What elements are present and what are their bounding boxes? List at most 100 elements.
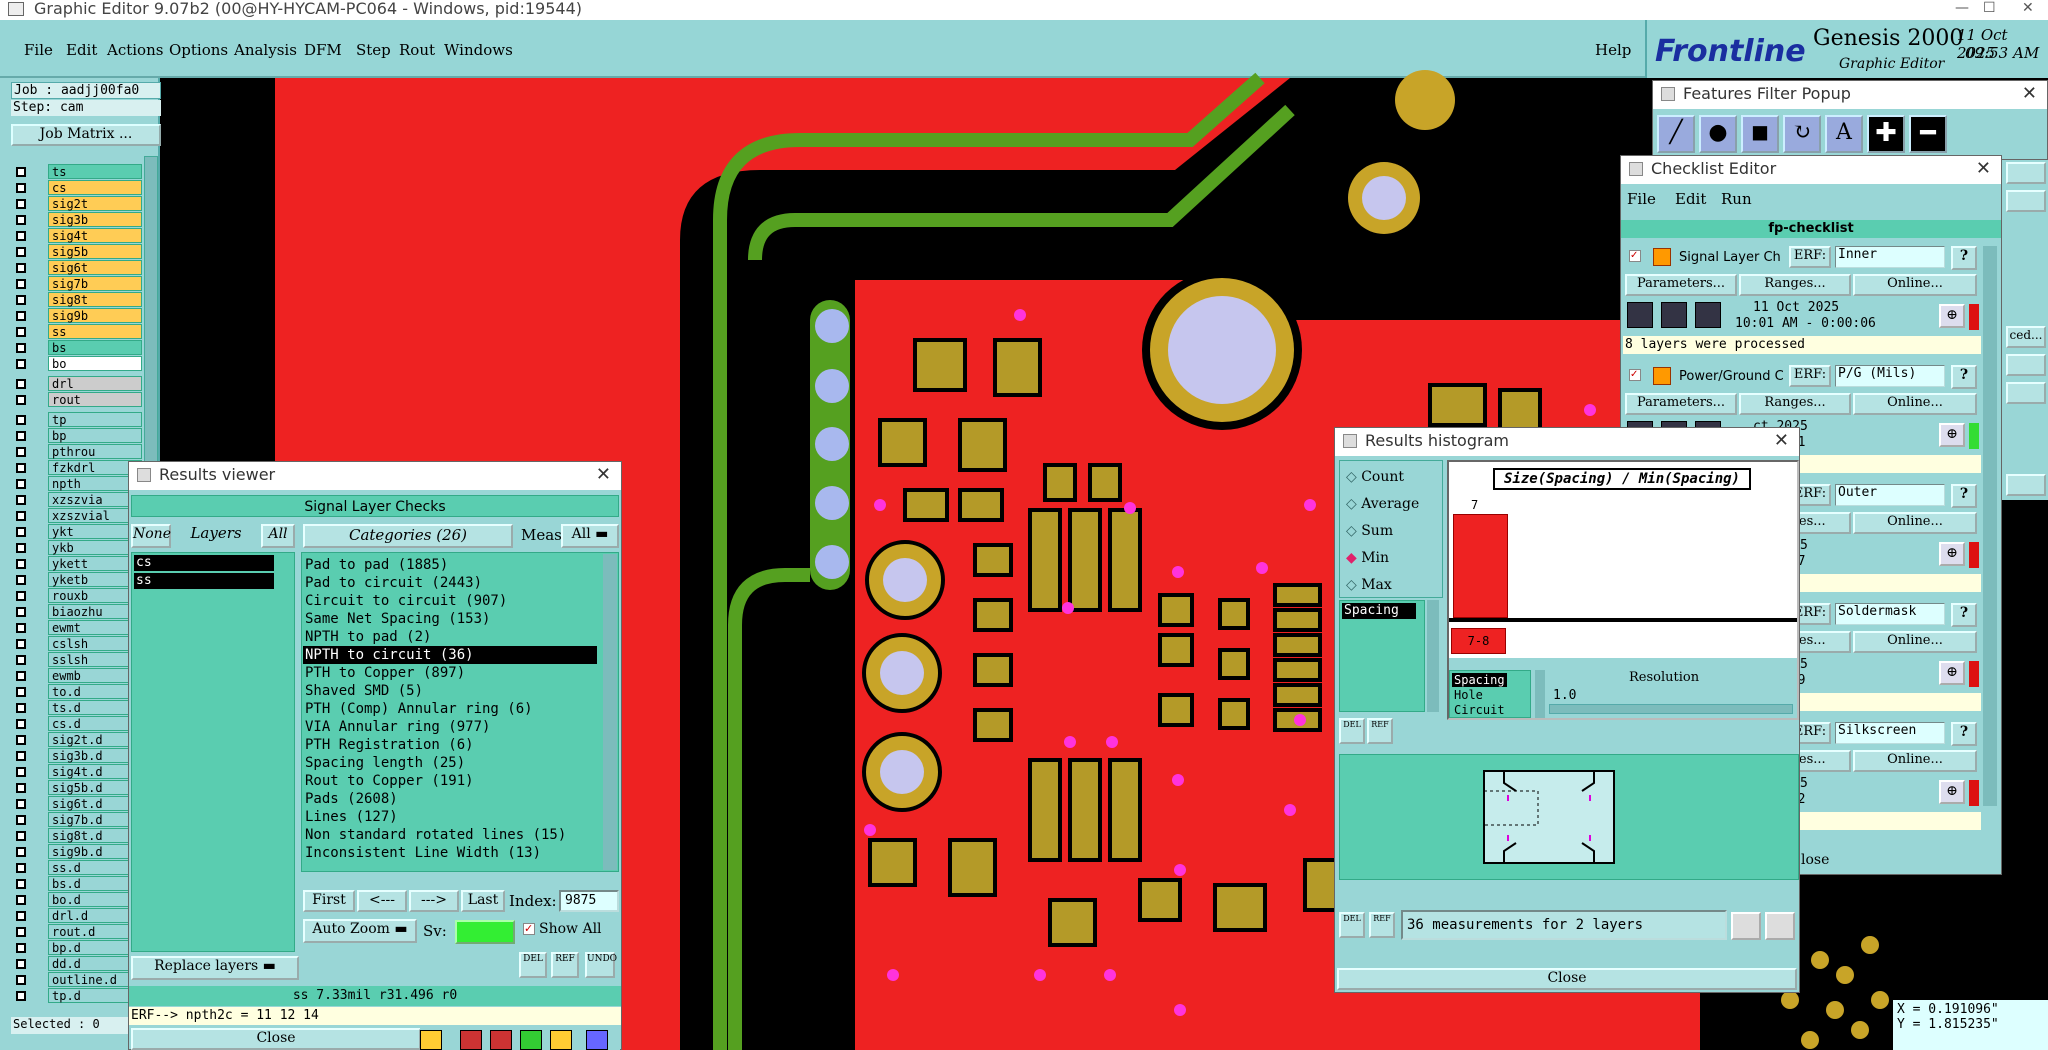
layer-checkbox[interactable] — [16, 215, 26, 225]
meas-select[interactable]: All ▬ — [561, 524, 619, 548]
ranges-button[interactable]: Ranges... — [1739, 274, 1851, 296]
layer-item-cs[interactable]: cs — [134, 555, 274, 571]
layer-row[interactable]: ewmt — [12, 620, 142, 636]
erf-button[interactable]: ERF: — [1789, 246, 1831, 268]
layer-checkbox[interactable] — [16, 311, 26, 321]
help-icon[interactable]: ? — [1951, 365, 1977, 389]
layer-row[interactable]: bs.d — [12, 876, 142, 892]
layer-row[interactable]: cslsh — [12, 636, 142, 652]
layer-row[interactable]: sig4t.d — [12, 764, 142, 780]
hist-del-button[interactable]: DEL — [1339, 718, 1365, 744]
layer-checkbox[interactable] — [16, 231, 26, 241]
layer-row[interactable]: bp — [12, 428, 142, 444]
layer-name[interactable]: bs — [48, 340, 142, 355]
layer-checkbox[interactable] — [16, 655, 26, 665]
type-scrollbar[interactable] — [1535, 670, 1545, 718]
tool-icon-3[interactable] — [490, 1030, 512, 1050]
side-button-6[interactable] — [2006, 474, 2046, 496]
categories-scrollbar[interactable] — [603, 554, 617, 870]
category-item[interactable]: Pads (2608) — [303, 790, 597, 808]
zoom-icon[interactable]: ⊕ — [1939, 542, 1965, 566]
checklist-scrollbar[interactable] — [1983, 246, 1997, 806]
ref-button[interactable]: REF — [551, 952, 579, 978]
layer-row[interactable]: bs — [12, 340, 142, 356]
side-button-5[interactable] — [2006, 382, 2046, 404]
layer-checkbox[interactable] — [16, 863, 26, 873]
tool-icon-5[interactable] — [550, 1030, 572, 1050]
layer-row[interactable]: ss.d — [12, 860, 142, 876]
checklist-menu-run[interactable]: Run — [1721, 190, 1752, 208]
online-button[interactable]: Online... — [1853, 274, 1977, 296]
last-button[interactable]: Last — [461, 890, 505, 912]
tool-icon-2[interactable] — [460, 1030, 482, 1050]
layer-row[interactable]: sig9b.d — [12, 844, 142, 860]
layer-name[interactable]: sig3b — [48, 212, 142, 227]
sv-color-select[interactable] — [455, 920, 515, 944]
hist-ref-button[interactable]: REF — [1367, 718, 1393, 744]
layer-checkbox[interactable] — [16, 735, 26, 745]
layer-checkbox[interactable] — [16, 591, 26, 601]
layer-checkbox[interactable] — [16, 343, 26, 353]
stat-option[interactable]: ◇ Average — [1346, 496, 1419, 512]
layer-name[interactable]: bp — [48, 428, 142, 443]
layer-name[interactable]: drl — [48, 376, 142, 391]
layer-name[interactable]: sig4t — [48, 228, 142, 243]
layer-name[interactable]: sig6t — [48, 260, 142, 275]
category-item[interactable]: Same Net Spacing (153) — [303, 610, 597, 628]
layer-row[interactable]: cs.d — [12, 716, 142, 732]
close-icon[interactable]: ✕ — [1774, 428, 1789, 454]
layer-checkbox[interactable] — [16, 879, 26, 889]
all-layers-button[interactable]: All — [261, 524, 295, 548]
layer-checkbox[interactable] — [16, 927, 26, 937]
layer-row[interactable]: xzszvia — [12, 492, 142, 508]
clear-icon[interactable] — [1695, 302, 1721, 328]
ranges-button[interactable]: Ranges... — [1739, 393, 1851, 415]
tool-icon-6[interactable] — [586, 1030, 608, 1050]
layer-checkbox[interactable] — [16, 847, 26, 857]
layer-row[interactable]: sig7b.d — [12, 812, 142, 828]
close-icon[interactable]: ✕ — [596, 462, 611, 488]
layer-checkbox[interactable] — [16, 359, 26, 369]
layer-checkbox[interactable] — [16, 623, 26, 633]
tool-icon-1[interactable] — [420, 1030, 442, 1050]
checklist-menu-file[interactable]: File — [1627, 190, 1656, 208]
layer-checkbox[interactable] — [16, 279, 26, 289]
arc-filter-icon[interactable]: ↻ — [1783, 115, 1821, 153]
side-button-3[interactable]: ced... — [2006, 326, 2046, 348]
prev-button[interactable]: <--- — [357, 890, 407, 912]
hist-ref-button-2[interactable]: REF — [1369, 912, 1395, 938]
layer-name[interactable]: bo — [48, 356, 142, 371]
category-item[interactable]: VIA Annular ring (977) — [303, 718, 597, 736]
category-item[interactable]: PTH Registration (6) — [303, 736, 597, 754]
layer-name[interactable]: pthrou — [48, 444, 142, 459]
layer-row[interactable]: cs — [12, 180, 142, 196]
layer-checkbox[interactable] — [16, 463, 26, 473]
side-button-2[interactable] — [2006, 190, 2046, 212]
layer-checkbox[interactable] — [16, 327, 26, 337]
layer-checkbox[interactable] — [16, 167, 26, 177]
layer-row[interactable]: biaozhu — [12, 604, 142, 620]
layer-checkbox[interactable] — [16, 527, 26, 537]
layer-row[interactable]: bo — [12, 356, 142, 372]
layer-row[interactable]: rout — [12, 392, 142, 408]
text-filter-icon[interactable]: A — [1825, 115, 1863, 153]
layer-row[interactable]: bo.d — [12, 892, 142, 908]
layer-row[interactable]: outline.d — [12, 972, 142, 988]
chart-icon-2[interactable] — [1765, 912, 1795, 940]
layer-checkbox[interactable] — [16, 991, 26, 1001]
show-all-checkbox[interactable]: ✓ — [523, 923, 535, 935]
layer-checkbox[interactable] — [16, 719, 26, 729]
layer-row[interactable]: sig9b — [12, 308, 142, 324]
pad-filter-icon[interactable]: ● — [1699, 115, 1737, 153]
help-icon[interactable]: ? — [1951, 722, 1977, 746]
list-scrollbar[interactable] — [1427, 600, 1439, 712]
layer-row[interactable]: rouxb — [12, 588, 142, 604]
layer-row[interactable]: ykb — [12, 540, 142, 556]
stat-option[interactable]: ◇ Max — [1346, 577, 1392, 593]
layer-row[interactable]: npth — [12, 476, 142, 492]
zoom-icon[interactable]: ⊕ — [1939, 423, 1965, 447]
type-hole[interactable]: Hole — [1454, 688, 1483, 702]
parameters-button[interactable]: Parameters... — [1625, 393, 1737, 415]
help-icon[interactable]: ? — [1951, 603, 1977, 627]
layer-name[interactable]: tp — [48, 412, 142, 427]
